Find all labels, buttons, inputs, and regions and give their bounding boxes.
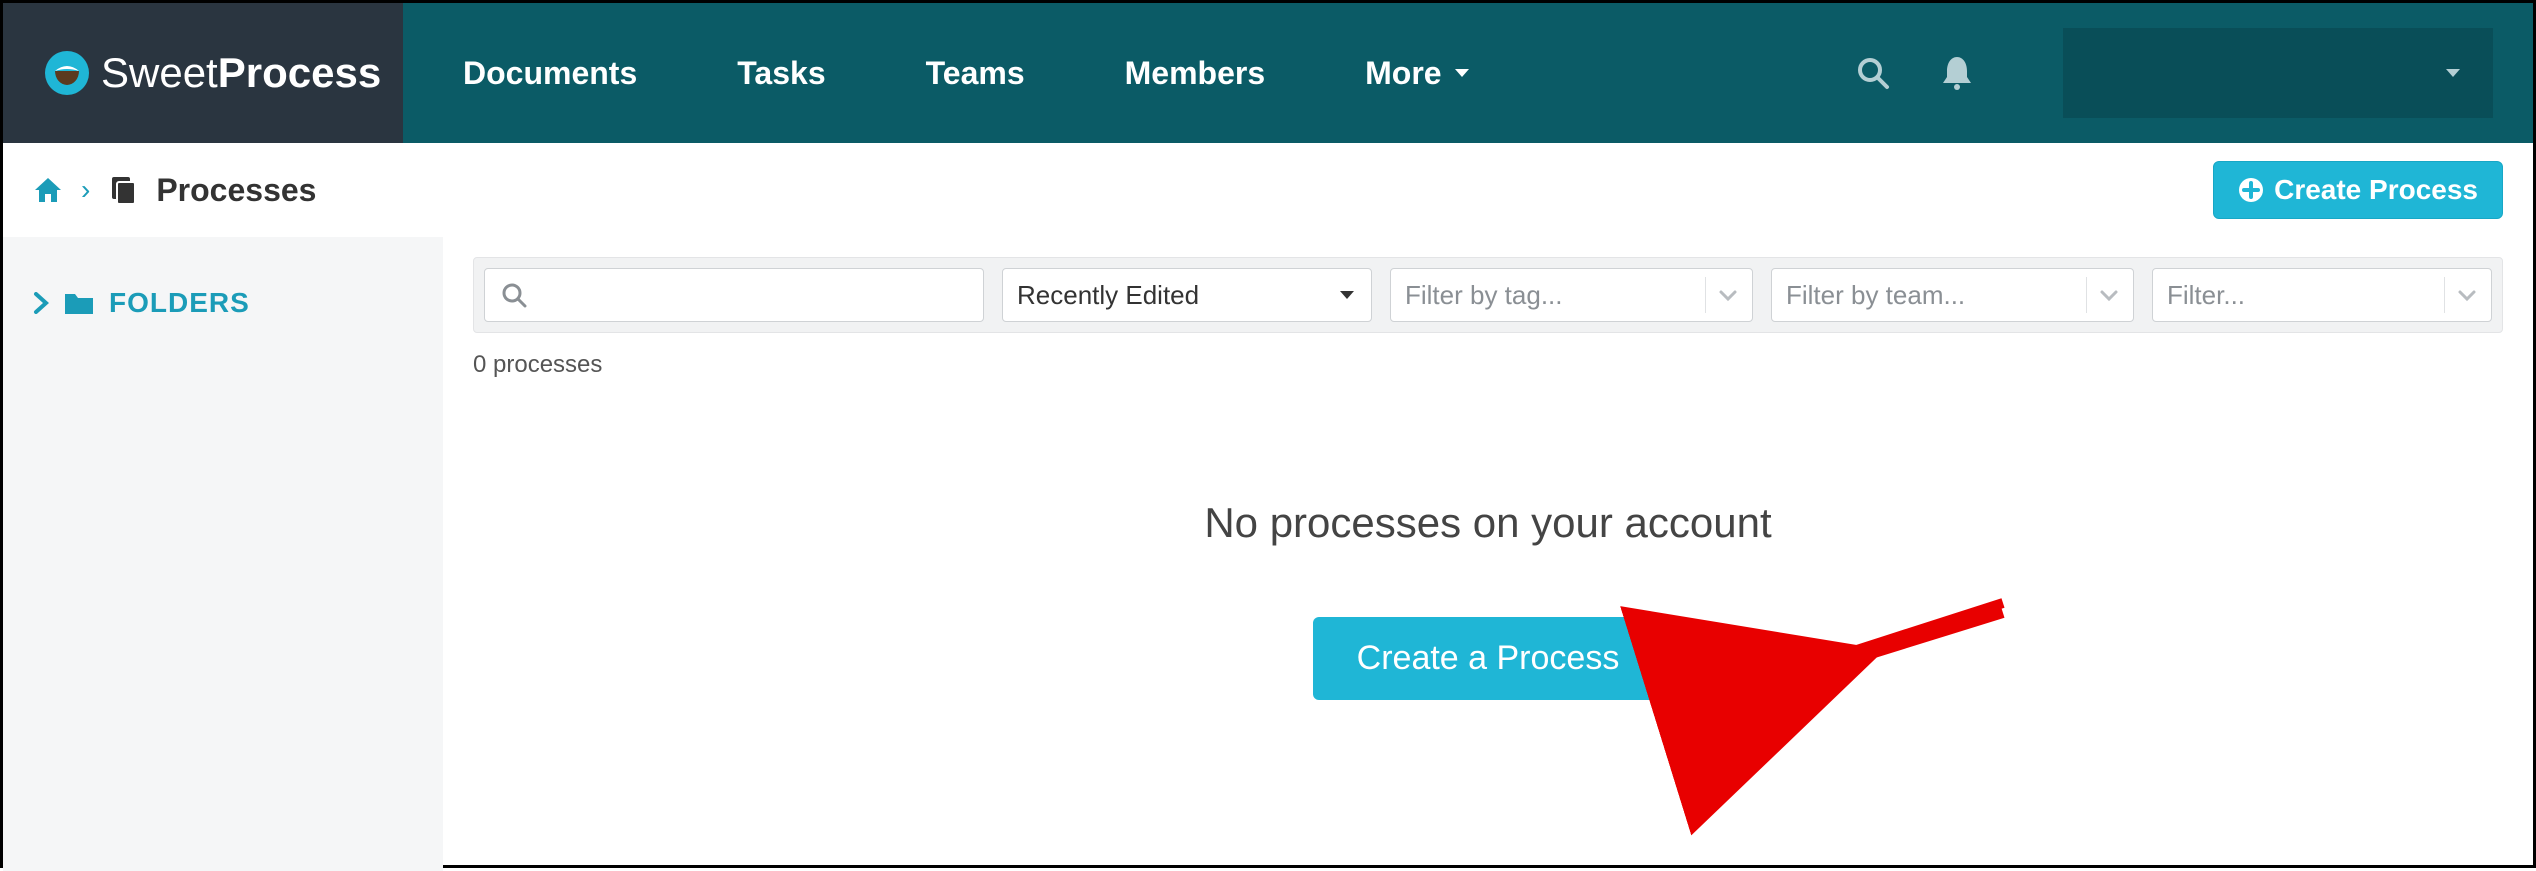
nav-members[interactable]: Members [1125, 55, 1266, 92]
filter-generic-select[interactable]: Filter... [2152, 268, 2492, 322]
folder-icon [63, 290, 95, 316]
home-icon[interactable] [33, 176, 63, 204]
breadcrumb-sep: › [81, 174, 90, 206]
filter-generic-placeholder: Filter... [2167, 280, 2245, 311]
top-nav: SweetProcess Documents Tasks Teams Membe… [3, 3, 2533, 143]
divider [1705, 277, 1706, 313]
chevron-down-icon [1452, 63, 1472, 83]
sidebar-folders[interactable]: FOLDERS [33, 287, 413, 319]
sidebar: FOLDERS [3, 237, 443, 871]
filter-team-placeholder: Filter by team... [1786, 280, 1965, 311]
process-count: 0 processes [473, 351, 2503, 379]
create-a-process-button[interactable]: Create a Process [1313, 617, 1664, 700]
logo-sweet: Sweet [101, 49, 218, 96]
nav-teams[interactable]: Teams [926, 55, 1025, 92]
processes-icon [108, 175, 138, 205]
create-process-label: Create Process [2274, 174, 2478, 206]
chevron-down-icon [2443, 63, 2463, 83]
nav-right [1855, 3, 2533, 143]
filter-bar: Recently Edited Filter by tag... Filter … [473, 257, 2503, 333]
chevron-down-icon [2457, 285, 2477, 305]
main: Recently Edited Filter by tag... Filter … [443, 237, 2533, 871]
nav-links: Documents Tasks Teams Members More [403, 3, 1855, 143]
empty-heading: No processes on your account [473, 499, 2503, 547]
search-icon[interactable] [1855, 55, 1891, 91]
chevron-down-icon [2099, 285, 2119, 305]
search-box[interactable] [484, 268, 984, 322]
breadcrumb: › Processes [33, 172, 316, 209]
plus-circle-icon [2238, 177, 2264, 203]
divider [2086, 277, 2087, 313]
nav-documents[interactable]: Documents [463, 55, 637, 92]
nav-tasks[interactable]: Tasks [737, 55, 825, 92]
search-input[interactable] [541, 280, 967, 311]
breadcrumb-processes: Processes [156, 172, 316, 209]
search-icon [501, 282, 527, 308]
account-dropdown[interactable] [2063, 28, 2493, 118]
cup-icon [43, 49, 91, 97]
chevron-down-icon [1718, 285, 1738, 305]
logo-process: Process [218, 49, 381, 96]
logo[interactable]: SweetProcess [43, 49, 381, 97]
body: FOLDERS Recently Edited Filter by tag... [3, 237, 2533, 871]
filter-tag-select[interactable]: Filter by tag... [1390, 268, 1753, 322]
nav-more-label: More [1365, 55, 1441, 92]
filter-team-select[interactable]: Filter by team... [1771, 268, 2134, 322]
sidebar-folders-label: FOLDERS [109, 287, 250, 319]
breadcrumb-row: › Processes Create Process [3, 143, 2533, 237]
sort-selected-label: Recently Edited [1017, 280, 1199, 311]
chevron-right-icon [33, 292, 49, 314]
sort-select[interactable]: Recently Edited [1002, 268, 1372, 322]
logo-zone: SweetProcess [3, 3, 403, 143]
bell-icon[interactable] [1941, 55, 1973, 91]
empty-state: No processes on your account Create a Pr… [473, 499, 2503, 700]
nav-more[interactable]: More [1365, 55, 1471, 92]
create-process-button[interactable]: Create Process [2213, 161, 2503, 219]
filter-tag-placeholder: Filter by tag... [1405, 280, 1563, 311]
logo-text: SweetProcess [101, 49, 381, 97]
divider [2444, 277, 2445, 313]
chevron-down-icon [1337, 285, 1357, 305]
